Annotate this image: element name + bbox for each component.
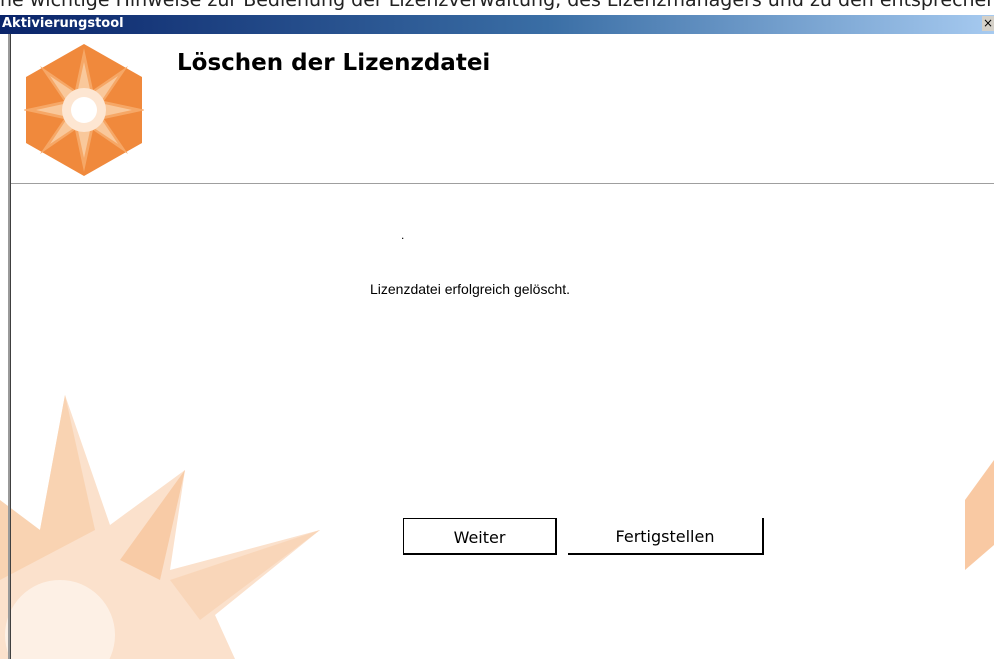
status-dot: . [401, 228, 405, 242]
dialog-header [11, 34, 994, 183]
background-star-watermark [0, 395, 320, 659]
orange-hexagon-star-logo-icon [24, 44, 144, 176]
close-icon[interactable]: × [982, 16, 994, 31]
window-left-border-dark [10, 34, 11, 659]
window-titlebar[interactable]: Aktivierungstool × [0, 15, 994, 34]
window-title: Aktivierungstool [2, 16, 124, 31]
next-button[interactable]: Weiter [403, 518, 557, 555]
background-star-edge [965, 460, 994, 570]
partial-document-text: ne wichtige Hinweise zur Bedienung der L… [0, 0, 994, 11]
status-message: Lizenzdatei erfolgreich gelöscht. [370, 281, 571, 297]
page-title: Löschen der Lizenzdatei [177, 50, 491, 76]
finish-button[interactable]: Fertigstellen [568, 518, 764, 555]
header-divider-highlight [11, 184, 994, 185]
background-document-text: ne wichtige Hinweise zur Bedienung der L… [0, 0, 994, 16]
